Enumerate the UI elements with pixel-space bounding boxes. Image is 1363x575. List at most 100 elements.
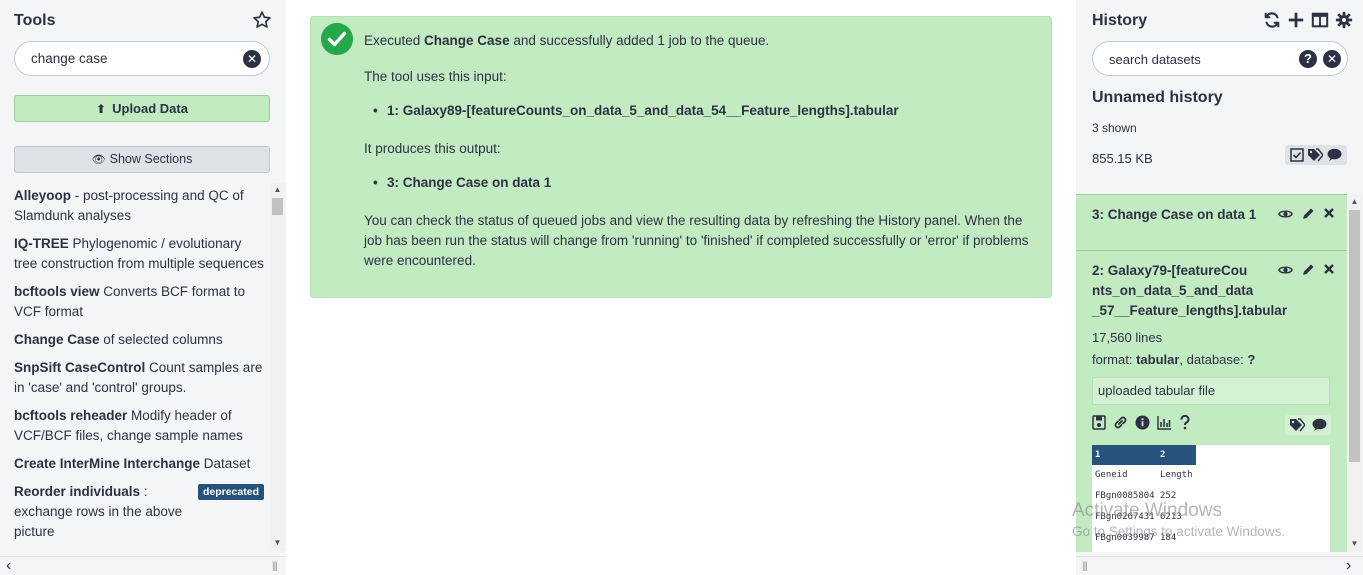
history-title: History [1092, 12, 1148, 29]
scroll-up-arrow-icon[interactable]: ▲ [1347, 196, 1362, 208]
dataset-format-line: format: tabular, database: ? [1092, 349, 1331, 371]
upload-data-button[interactable]: ⬆ Upload Data [14, 95, 270, 122]
tool-item-create-intermine-interchange[interactable]: Create InterMine Interchange Dataset [14, 454, 264, 474]
tools-panel-header: Tools [14, 10, 272, 32]
tool-search-input[interactable]: change case ✕ [14, 41, 270, 76]
peek-row: Geneid Length [1092, 465, 1330, 486]
history-name[interactable]: Unnamed history [1092, 89, 1223, 107]
tool-item-bcftools-view[interactable]: bcftools view Converts BCF format to VCF… [14, 282, 264, 322]
check-circle-icon [321, 23, 353, 55]
link-icon[interactable] [1113, 415, 1128, 430]
tool-item-bcftools-reheader[interactable]: bcftools reheader Modify header of VCF/B… [14, 406, 264, 446]
peek-cell: FBgn0039987 [1095, 533, 1155, 543]
help-question-icon[interactable] [1179, 415, 1191, 430]
show-sections-button[interactable]: 👁 Show Sections [14, 146, 270, 173]
output-label: It produces this output: [364, 141, 501, 156]
executed-line: Executed Change Case and successfully ad… [364, 31, 1034, 51]
columns-icon[interactable] [1311, 11, 1329, 29]
scrollbar-thumb[interactable] [272, 198, 283, 215]
delete-x-icon[interactable] [1323, 207, 1335, 219]
eye-icon[interactable] [1278, 207, 1293, 221]
tool-item-alleyoop[interactable]: Alleyoop - post-processing and QC of Sla… [14, 186, 264, 226]
resize-grip-icon[interactable]: ||| [272, 561, 278, 572]
dataset-meta: 17,560 lines format: tabular, database: … [1092, 327, 1331, 371]
scroll-down-arrow-icon[interactable]: ▼ [1347, 538, 1362, 550]
refresh-icon[interactable] [1263, 11, 1281, 29]
tool-name: bcftools reheader [14, 408, 128, 423]
peek-header-cell: 1 [1095, 450, 1101, 460]
eye-icon: 👁 [91, 154, 106, 166]
history-item[interactable]: 2: Galaxy79-[featureCou nts_on_data_5_an… [1076, 250, 1347, 552]
peek-row: FBgn0085804 252 [1092, 486, 1330, 507]
collapse-right-chevron-icon[interactable]: › [1346, 557, 1351, 575]
eye-icon[interactable] [1278, 263, 1293, 277]
info-icon[interactable] [1135, 415, 1150, 430]
center-panel: Executed Change Case and successfully ad… [286, 0, 1076, 575]
history-item-icons [1278, 207, 1335, 221]
history-header-icons [1263, 11, 1353, 31]
history-scrollbar[interactable]: ▲ ▼ [1347, 194, 1362, 552]
gear-icon[interactable] [1335, 11, 1353, 29]
history-header: History [1092, 10, 1353, 32]
status-text: You can check the status of queued jobs … [364, 213, 1029, 268]
scrollbar-thumb[interactable] [1349, 210, 1360, 462]
tool-name: SnpSift CaseControl [14, 360, 146, 375]
dataset-tag-actions [1285, 415, 1331, 435]
dataset-info: uploaded tabular file [1092, 377, 1330, 405]
bar-chart-icon[interactable] [1157, 415, 1172, 430]
history-actions [1285, 145, 1347, 165]
left-panel-footer: ‹ ||| [0, 556, 286, 575]
history-item-title[interactable]: 2: Galaxy79-[featureCou nts_on_data_5_an… [1092, 261, 1288, 321]
tool-search-value: change case [31, 51, 108, 66]
favorites-star-icon[interactable] [252, 10, 272, 30]
database-value[interactable]: ? [1247, 352, 1255, 367]
comment-icon[interactable] [1312, 418, 1327, 432]
upload-data-label: Upload Data [112, 101, 188, 116]
tool-item-iq-tree[interactable]: IQ-TREE Phylogenomic / evolutionary tree… [14, 234, 264, 274]
tags-icon[interactable] [1289, 418, 1305, 432]
tool-name: bcftools view [14, 284, 100, 299]
executed-suffix: and successfully added 1 job to the queu… [509, 33, 770, 48]
pencil-icon[interactable] [1301, 263, 1315, 277]
peek-row: FBgn0039987 184 [1092, 528, 1330, 549]
resize-grip-icon[interactable]: ||| [1082, 561, 1088, 572]
history-item-title[interactable]: 3: Change Case on data 1 [1092, 205, 1262, 225]
history-search-input[interactable]: search datasets ? ✕ [1092, 41, 1348, 76]
clear-search-icon[interactable]: ✕ [1323, 50, 1341, 68]
delete-x-icon[interactable] [1323, 263, 1335, 275]
collapse-left-chevron-icon[interactable]: ‹ [6, 557, 11, 575]
history-items: 3: Change Case on data 1 2: Galaxy79-[fe… [1076, 194, 1347, 552]
tool-name: Change Case [14, 332, 100, 347]
tool-desc: Dataset [200, 456, 251, 471]
question-icon[interactable]: ? [1299, 50, 1317, 68]
history-item-title-line: 2: Galaxy79-[featureCou [1092, 263, 1248, 278]
right-panel-footer: ||| › [1076, 556, 1363, 575]
tool-name: Reorder individuals [14, 484, 141, 499]
select-checkbox-icon[interactable] [1290, 148, 1304, 162]
history-shown-count: 3 shown [1092, 121, 1137, 135]
pencil-icon[interactable] [1301, 207, 1315, 221]
format-label: format: [1092, 352, 1137, 367]
show-sections-label: Show Sections [109, 152, 193, 166]
history-panel: History search datasets ? ✕ Unnamed hist… [1076, 0, 1363, 575]
peek-cell: Length [1160, 470, 1193, 480]
peek-cell: 6213 [1160, 512, 1182, 522]
tool-item-reorder-individuals[interactable]: Reorder individuals : exchange rows in t… [14, 482, 264, 542]
tool-item-snpsift-casecontrol[interactable]: SnpSift CaseControl Count samples are in… [14, 358, 264, 398]
output-item: 3: Change Case on data 1 [373, 175, 551, 190]
history-item[interactable]: 3: Change Case on data 1 [1076, 194, 1347, 250]
save-icon[interactable] [1092, 415, 1106, 430]
history-search-placeholder: search datasets [1109, 52, 1201, 67]
comment-icon[interactable] [1327, 148, 1342, 162]
history-item-title-line: _57__Feature_lengths].tabular [1092, 303, 1288, 318]
plus-icon[interactable] [1287, 11, 1305, 29]
input-label: The tool uses this input: [364, 69, 507, 84]
scroll-up-arrow-icon[interactable]: ▲ [270, 184, 285, 196]
clear-search-icon[interactable]: ✕ [243, 50, 261, 68]
history-size: 855.15 KB [1092, 151, 1153, 166]
history-item-icons [1278, 263, 1335, 277]
tool-item-change-case[interactable]: Change Case of selected columns [14, 330, 264, 350]
scroll-down-arrow-icon[interactable]: ▼ [270, 537, 285, 549]
tool-list-scrollbar[interactable]: ▲ ▼ [270, 183, 285, 551]
tags-icon[interactable] [1307, 148, 1324, 162]
